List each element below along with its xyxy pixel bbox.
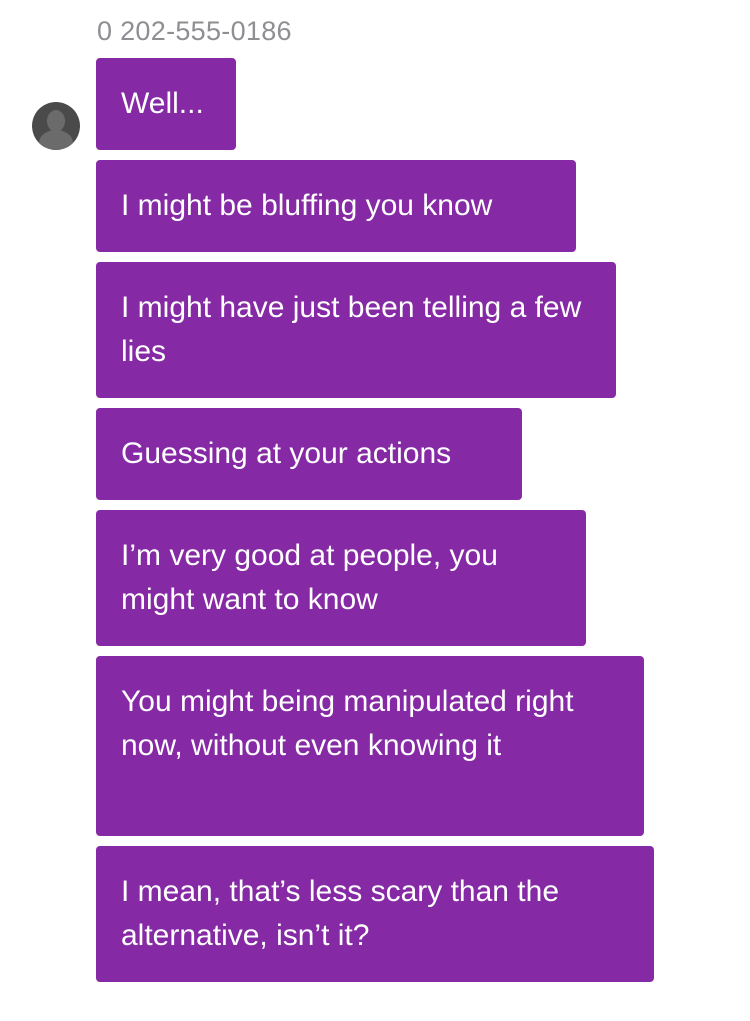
message-bubble[interactable]: I mean, that’s less scary than the alter… [96,846,654,982]
person-silhouette-icon [47,110,65,132]
message-bubble[interactable]: Guessing at your actions [96,408,522,500]
avatar-body-shape [39,130,73,150]
message-bubble[interactable]: Well... [96,58,236,150]
message-bubble[interactable]: I’m very good at people, you might want … [96,510,586,646]
message-bubble[interactable]: I might be bluffing you know [96,160,576,252]
contact-avatar[interactable] [32,102,80,150]
message-bubble[interactable]: I might have just been telling a few lie… [96,262,616,398]
message-bubble[interactable]: You might being manipulated right now, w… [96,656,644,836]
sender-phone-number: 0 202-555-0186 [97,16,292,46]
